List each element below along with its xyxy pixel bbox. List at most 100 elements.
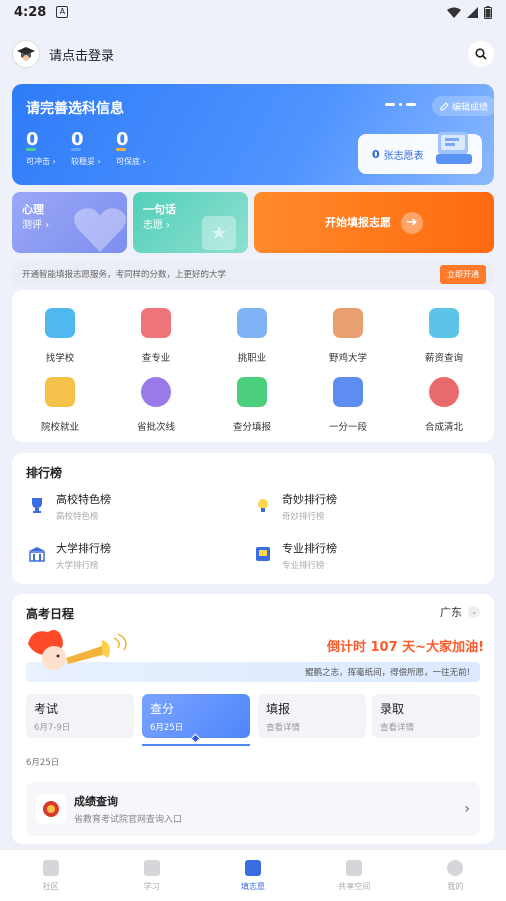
tab-study[interactable]: 学习 xyxy=(101,850,202,901)
grid-item-label: 一分一段 xyxy=(328,422,367,433)
rank-item-title: 大学排行榜 xyxy=(56,542,111,555)
application-icon xyxy=(245,859,261,876)
lightbulb-icon xyxy=(252,494,274,516)
study-icon xyxy=(143,859,160,876)
grid-item-find-school[interactable]: 找学校 xyxy=(20,308,100,364)
stat-reach[interactable]: 0 可冲击 › xyxy=(26,130,56,167)
promo-text: 开通智能填报志愿服务，考同样的分数，上更好的大学 xyxy=(22,270,227,280)
tab-title: 录取 xyxy=(380,702,405,716)
grid-item-pick-career[interactable]: 挑职业 xyxy=(212,308,292,364)
tab-title: 考试 xyxy=(34,702,59,716)
exam-schedule-card: 高考日程 广东 ⌄ 鲲鹏之志，挥毫纸间，得偿所愿，一往无前! 倒计时 107 天… xyxy=(12,594,494,844)
grid-item-employment[interactable]: 院校就业 xyxy=(20,377,100,433)
grid-item-tsinghua-peking[interactable]: 合成清北 xyxy=(404,377,484,433)
slider-indicator xyxy=(385,103,416,106)
subject-info-card[interactable]: 请完善选科信息 编辑成绩 0 可冲击 › 0 较稳妥 › 0 可保底 › 0 张… xyxy=(12,84,494,185)
status-bar: 4:28 A xyxy=(0,0,506,24)
tab-sub: 查看详情 xyxy=(266,723,301,733)
tab-check-score[interactable]: 查分 6月25日 xyxy=(142,694,250,738)
wish-label: 张志愿表 xyxy=(383,150,424,162)
search-icon xyxy=(475,48,487,60)
fake-university-icon xyxy=(333,308,363,338)
grid-item-check-major[interactable]: 查专业 xyxy=(116,308,196,364)
score-query-row[interactable]: 成绩查询 省教育考试院官网查询入口 › xyxy=(26,782,480,836)
search-button[interactable] xyxy=(468,41,494,67)
stat-safe-label: 可保底 › xyxy=(116,157,146,166)
tab-label: 我的 xyxy=(447,881,464,891)
tab-underline xyxy=(142,744,250,746)
rank-item-college-feature[interactable]: 高校特色榜 高校特色榜 xyxy=(26,491,111,522)
computer-illustration-icon xyxy=(436,132,472,164)
tsinghua-peking-icon xyxy=(429,377,459,407)
stat-stable-value: 0 xyxy=(71,129,84,150)
tab-fill-application[interactable]: 填志愿 xyxy=(202,850,303,901)
community-icon xyxy=(42,859,59,876)
university-icon xyxy=(26,543,48,565)
open-now-button[interactable]: 立即开通 xyxy=(440,264,486,284)
edit-icon xyxy=(440,101,449,110)
tab-title: 填报 xyxy=(266,702,291,716)
salary-icon xyxy=(429,308,459,338)
chevron-down-icon: ⌄ xyxy=(468,606,480,618)
promo-banner: 开通智能填报志愿服务，考同样的分数，上更好的大学 立即开通 xyxy=(12,262,494,286)
grid-item-label: 挑职业 xyxy=(237,353,267,364)
battery-icon xyxy=(484,5,492,19)
tab-sub: 查看详情 xyxy=(380,723,415,733)
start-application-label: 开始填报志愿 xyxy=(325,215,391,229)
ranking-title: 排行榜 xyxy=(26,466,63,480)
grid-item-label: 野鸡大学 xyxy=(328,353,367,364)
motto-text: 鲲鹏之志，挥毫纸间，得偿所愿，一往无前! xyxy=(305,668,470,678)
score-query-sub: 省教育考试院官网查询入口 xyxy=(74,815,183,825)
folder-icon xyxy=(346,859,363,876)
region-label: 广东 xyxy=(440,606,462,619)
tab-admission[interactable]: 录取 查看详情 xyxy=(372,694,480,738)
grid-item-score-segment[interactable]: 一分一段 xyxy=(308,377,388,433)
tab-sub: 6月25日 xyxy=(150,723,184,733)
chevron-right-icon: › xyxy=(464,801,470,817)
rank-item-sub: 奇妙排行榜 xyxy=(282,512,325,522)
mascot-trumpet-icon xyxy=(28,630,127,670)
grid-item-fake-university[interactable]: 野鸡大学 xyxy=(308,308,388,364)
tab-label: 社区 xyxy=(42,881,59,891)
stat-safe-value: 0 xyxy=(116,129,129,150)
region-selector[interactable]: 广东 ⌄ xyxy=(440,604,480,620)
login-link[interactable]: 请点击登录 xyxy=(49,45,114,64)
tab-community[interactable]: 社区 xyxy=(0,850,101,901)
start-application-button[interactable]: 开始填报志愿 ➔ xyxy=(254,192,494,253)
grid-item-label: 省批次线 xyxy=(136,422,175,433)
wish-table-box[interactable]: 0 张志愿表 xyxy=(358,132,482,174)
rank-item-major[interactable]: 专业排行榜 专业排行榜 xyxy=(252,540,337,571)
tab-mine[interactable]: 我的 xyxy=(405,850,506,901)
sim-icon: A xyxy=(56,6,69,18)
grid-item-label: 查专业 xyxy=(141,353,171,364)
rank-item-sub: 专业排行榜 xyxy=(282,561,325,571)
grid-item-salary[interactable]: 薪资查询 xyxy=(404,308,484,364)
rank-item-title: 奇妙排行榜 xyxy=(282,493,337,506)
edit-score-button[interactable]: 编辑成绩 xyxy=(432,96,494,116)
signal-icon xyxy=(467,6,478,18)
tab-shared-space[interactable]: 共享空间 xyxy=(304,850,405,901)
heart-icon xyxy=(74,208,126,252)
stat-safe[interactable]: 0 可保底 › xyxy=(116,130,146,167)
rank-item-university[interactable]: 大学排行榜 大学排行榜 xyxy=(26,540,111,571)
grid-item-score-fill[interactable]: 查分填报 xyxy=(212,377,292,433)
rank-item-wonder[interactable]: 奇妙排行榜 奇妙排行榜 xyxy=(252,491,337,522)
grid-item-label: 查分填报 xyxy=(232,422,271,433)
stat-stable-label: 较稳妥 › xyxy=(71,157,101,166)
grid-item-label: 合成清北 xyxy=(424,422,463,433)
wish-count: 0 xyxy=(372,147,380,161)
slogan-card[interactable]: 一句话 志愿 › xyxy=(133,192,248,253)
psych-test-card[interactable]: 心理 测评 › xyxy=(12,192,127,253)
hero-title: 请完善选科信息 xyxy=(26,101,124,117)
avatar[interactable] xyxy=(12,40,40,68)
tab-exam[interactable]: 考试 6月7-9日 xyxy=(26,694,134,738)
emblem-icon xyxy=(36,794,66,824)
stat-stable[interactable]: 0 较稳妥 › xyxy=(71,130,101,167)
score-query-title: 成绩查询 xyxy=(74,795,118,808)
grid-item-batch-line[interactable]: 省批次线 xyxy=(116,377,196,433)
major-icon xyxy=(141,308,171,338)
school-icon xyxy=(45,308,75,338)
user-icon xyxy=(447,859,464,876)
tab-label: 填志愿 xyxy=(241,881,265,891)
tab-fill[interactable]: 填报 查看详情 xyxy=(258,694,366,738)
